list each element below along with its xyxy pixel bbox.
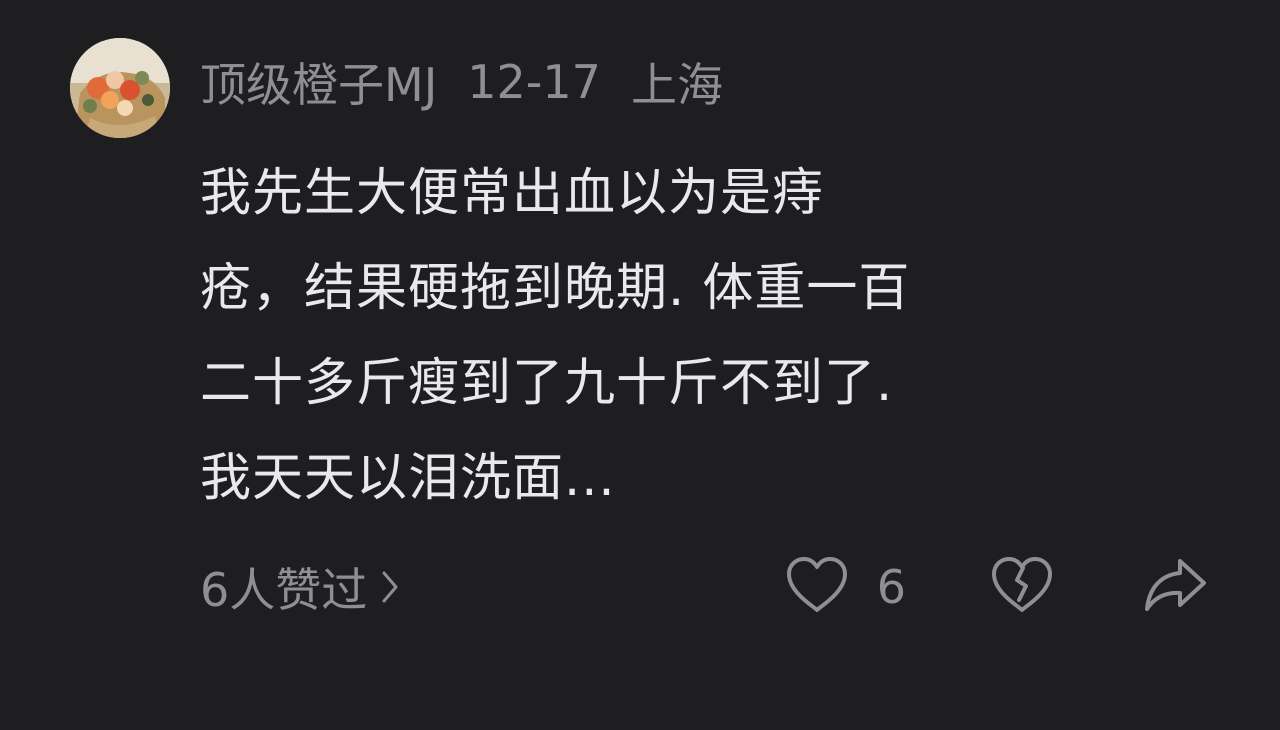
chevron-right-icon <box>381 570 399 604</box>
share-arrow-icon <box>1142 555 1210 619</box>
comment-text-line: 我先生大便常出血以为是痔 <box>200 164 825 223</box>
comment-date: 12-17 <box>467 55 601 109</box>
comment-text-line: 我天天以泪洗面... <box>200 449 616 508</box>
heart-outline-icon <box>785 556 849 618</box>
likers-label: 6人赞过 <box>200 563 368 617</box>
like-count: 6 <box>876 560 906 614</box>
comment-text-line: 疮，结果硬拖到晚期. 体重一百 <box>200 259 911 318</box>
comment-text: 我先生大便常出血以为是痔 疮，结果硬拖到晚期. 体重一百 二十多斤瘦到了九十斤不… <box>200 146 1210 526</box>
comment-text-line: 二十多斤瘦到了九十斤不到了. <box>200 354 894 413</box>
comment-location: 上海 <box>630 58 723 112</box>
share-button[interactable] <box>1142 555 1210 619</box>
comment-actions: 6 <box>785 552 1210 622</box>
comment-item: 顶级橙子MJ 12-17 上海 我先生大便常出血以为是痔 疮，结果硬拖到晚期. … <box>0 0 1280 730</box>
broken-heart-icon <box>990 556 1054 618</box>
author-name[interactable]: 顶级橙子MJ <box>200 49 437 115</box>
bouquet-avatar-icon <box>70 38 170 138</box>
like-button[interactable]: 6 <box>785 556 906 618</box>
likers-link[interactable]: 6人赞过 <box>200 555 399 619</box>
dislike-button[interactable] <box>990 556 1054 618</box>
avatar[interactable] <box>70 38 170 138</box>
comment-meta: 顶级橙子MJ 12-17 上海 <box>200 50 753 114</box>
